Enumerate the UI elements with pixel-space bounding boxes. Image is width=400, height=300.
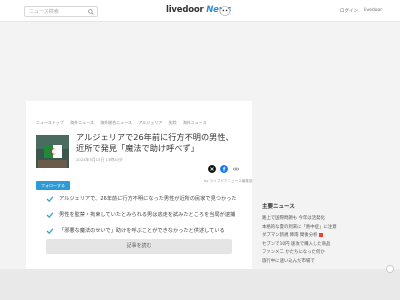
sidebar-title: 主要ニュース — [262, 204, 295, 210]
livedoor-link[interactable]: livedoor — [364, 8, 382, 13]
breadcrumb-item[interactable]: 海外ニュース — [183, 120, 207, 125]
check-icon — [46, 212, 54, 219]
summary-text: アルジェリアで、26年前に行方不明になった男性が近所の民家で見つかった — [59, 196, 237, 202]
breadcrumb-item[interactable]: アルジェリア — [138, 120, 162, 125]
breadcrumb: ニューストップ 海外ニュース 海外総合ニュース アルジェリア 失踪 海外ニュース — [36, 120, 212, 126]
read-article-button[interactable]: 記事を読む — [46, 239, 232, 254]
summary-points: アルジェリアで、26年前に行方不明になった男性が近所の民家で見つかった 男性を監… — [46, 195, 246, 243]
mascot-icon — [219, 6, 231, 16]
x-share-icon[interactable] — [208, 165, 216, 173]
sidebar-news-item[interactable]: ダブマン新規 降雨 間後分析 — [262, 232, 368, 241]
bottom-ad-banner — [0, 265, 400, 300]
search-input[interactable]: ニュース検索 — [24, 6, 98, 17]
link-copy-icon[interactable] — [232, 165, 240, 173]
sidebar-news-item[interactable]: 旅行中に迷い込んだ市場で — [262, 258, 368, 267]
sidebar-news-item[interactable]: 路上で国際問題も 今年は活発化 — [262, 215, 368, 224]
news-item-text: 旅行中に迷い込んだ市場で — [262, 258, 315, 264]
sidebar-news-item[interactable]: セブンで10円 速攻で購入した商品 — [262, 241, 368, 250]
article-date: 2024年5月15日 13時20分 — [76, 157, 123, 162]
summary-point: アルジェリアで、26年前に行方不明になった男性が近所の民家で見つかった — [46, 195, 246, 211]
article-title[interactable]: アルジェリアで26年前に行方不明の男性、近所で発見「魔法で助け呼べず」 — [76, 132, 241, 154]
follow-button[interactable]: フォローする — [36, 181, 70, 190]
ad-space — [0, 23, 400, 101]
news-item-text: 路上で国際問題も 今年は活発化 — [262, 216, 325, 221]
login-link[interactable]: ログイン — [340, 8, 358, 14]
breadcrumb-item[interactable]: 失踪 — [169, 120, 177, 125]
article-card: ニューストップ 海外ニュース 海外総合ニュース アルジェリア 失踪 海外ニュース… — [26, 101, 252, 271]
site-header: ニュース検索 livedoor News ログイン livedoor — [0, 0, 400, 22]
summary-text: 「邪悪な魔法のせいで」助けを呼ぶことができなかったと供述している — [59, 228, 225, 234]
news-item-text: ダブマン新規 降雨 間後分析 — [262, 233, 318, 238]
search-icon[interactable] — [88, 9, 94, 15]
close-icon[interactable] — [386, 265, 394, 273]
summary-point: 男性を監禁・拘束していたとみられる男は逃走を試みたところを当局が逮捕 — [46, 211, 246, 227]
news-item-text: セブンで10円 速攻で購入した商品 — [262, 241, 331, 247]
breadcrumb-item[interactable]: ニューストップ — [36, 120, 64, 125]
sidebar-news-item[interactable]: 本格的な夏の到来に「熱中症」に注意 — [262, 224, 368, 233]
logo-main-text: livedoor — [166, 5, 204, 15]
breadcrumb-item[interactable]: 海外ニュース — [70, 120, 94, 125]
check-icon — [46, 228, 54, 235]
article-source: by ライブドアニュース編集部 — [204, 179, 253, 183]
facebook-share-icon[interactable] — [220, 165, 228, 173]
breadcrumb-item[interactable]: 海外総合ニュース — [100, 120, 132, 125]
hot-badge-icon — [319, 232, 324, 237]
check-icon — [46, 196, 54, 203]
news-item-text: 本格的な夏の到来に「熱中症」に注意 — [262, 224, 337, 230]
search-placeholder: ニュース検索 — [29, 9, 59, 15]
article-thumbnail[interactable] — [36, 135, 69, 168]
share-buttons — [208, 165, 248, 175]
sidebar-news-item[interactable]: ファンメ二 かたちになった何か — [262, 249, 368, 258]
news-item-text: ファンメ二 かたちになった何か — [262, 250, 325, 255]
summary-text: 男性を監禁・拘束していたとみられる男は逃走を試みたところを当局が逮捕 — [59, 212, 236, 218]
